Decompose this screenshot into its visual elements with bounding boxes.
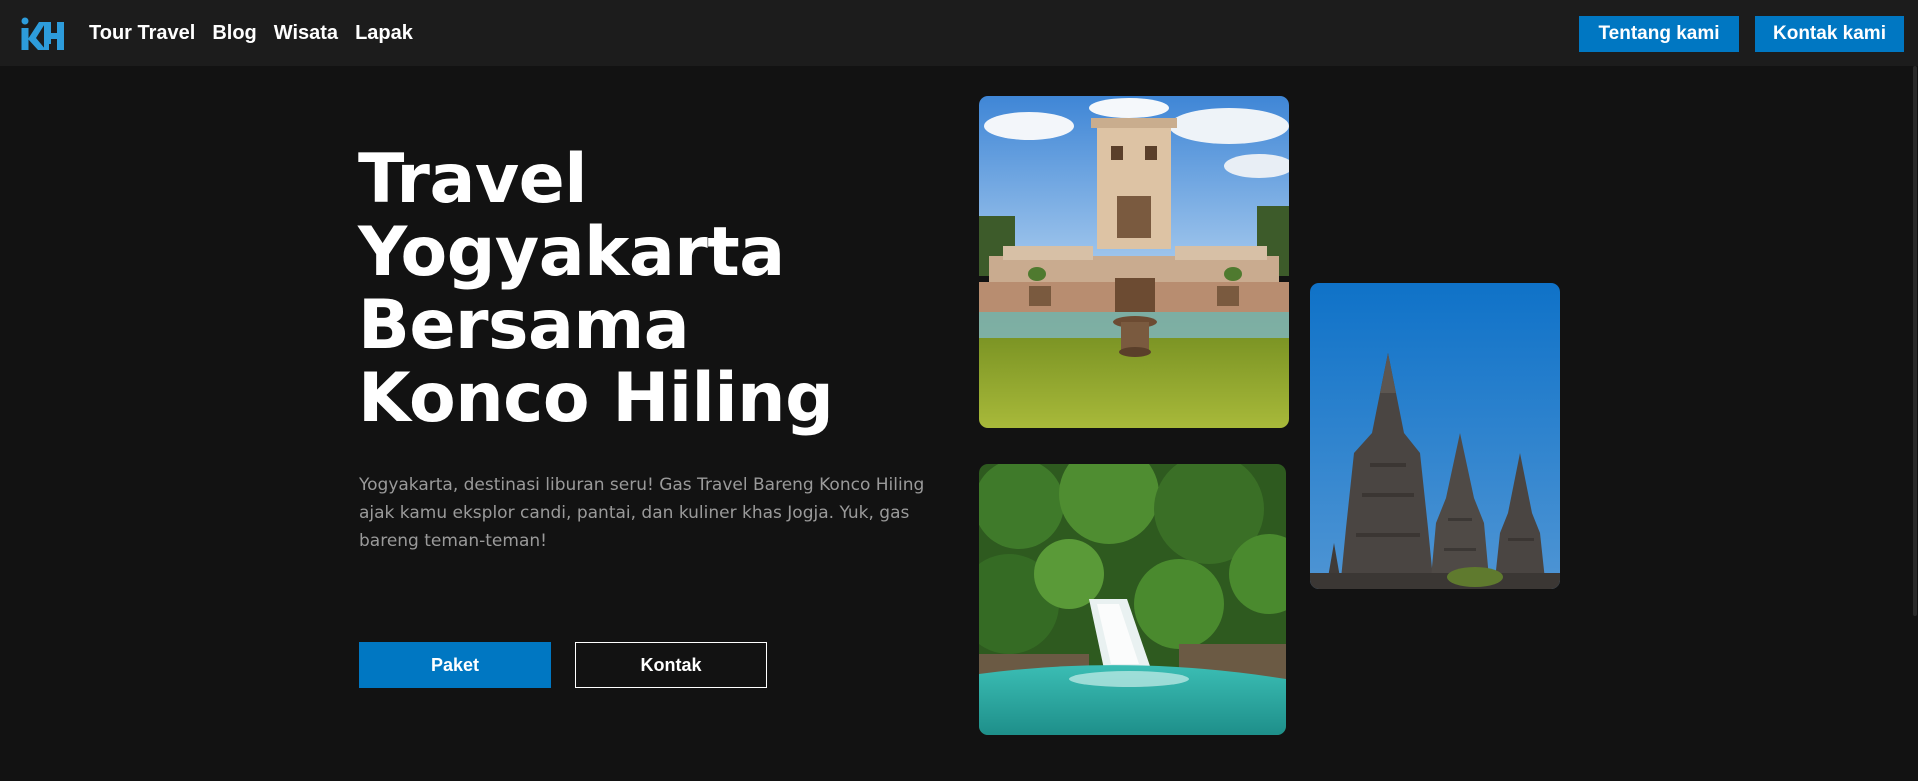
brand-logo[interactable]	[20, 14, 68, 54]
nav-link-tour-travel[interactable]: Tour Travel	[89, 20, 195, 46]
nav-link-blog[interactable]: Blog	[212, 20, 256, 46]
paket-button[interactable]: Paket	[359, 642, 551, 688]
scrollbar-thumb[interactable]	[1913, 66, 1917, 616]
temple-photo	[1310, 283, 1560, 589]
navbar: Tour Travel Blog Wisata Lapak Tentang ka…	[0, 0, 1918, 66]
contact-us-button[interactable]: Kontak kami	[1755, 16, 1904, 52]
primary-nav: Tour Travel Blog Wisata Lapak	[89, 20, 413, 46]
about-us-button[interactable]: Tentang kami	[1579, 16, 1739, 52]
hero-description: Yogyakarta, destinasi liburan seru! Gas …	[359, 475, 925, 551]
kontak-button[interactable]: Kontak	[575, 642, 767, 688]
temple-image	[1310, 283, 1560, 589]
brand-logo-icon	[21, 17, 64, 50]
water-castle-photo	[979, 96, 1289, 428]
waterfall-image	[979, 464, 1286, 735]
water-castle-image	[979, 96, 1289, 428]
nav-link-wisata[interactable]: Wisata	[274, 20, 338, 46]
nav-link-lapak[interactable]: Lapak	[355, 20, 413, 46]
waterfall-photo	[979, 464, 1286, 735]
hero-title: Travel Yogyakarta Bersama Konco Hiling	[358, 140, 834, 438]
